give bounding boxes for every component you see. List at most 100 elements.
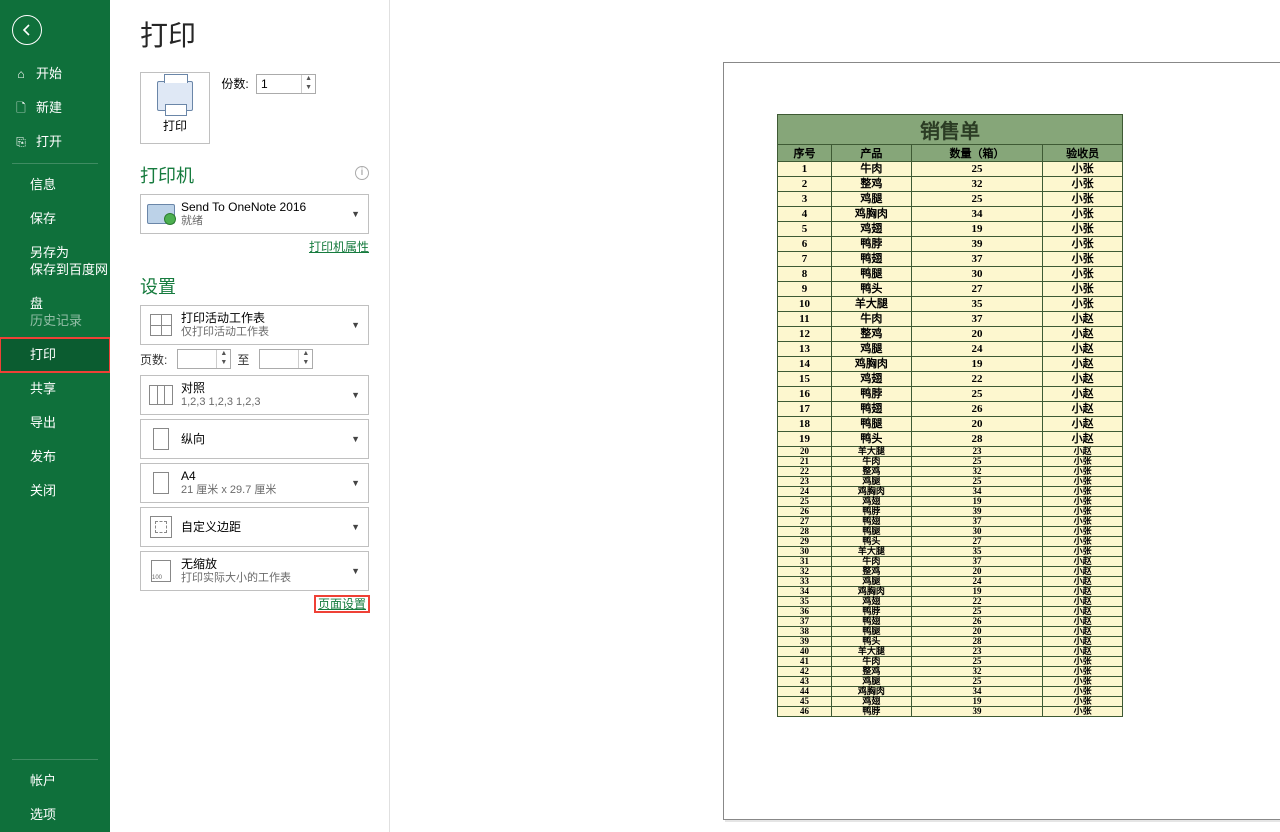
printer-status: 就绪: [181, 214, 349, 228]
nav-label: 打开: [36, 125, 62, 159]
table-row: 8鸭腿30小张: [778, 267, 1123, 282]
chevron-down-icon: ▼: [349, 320, 362, 330]
table-row: 15鸡翅22小赵: [778, 372, 1123, 387]
table-row: 37鸭翅26小赵: [778, 617, 1123, 627]
copies-down[interactable]: ▼: [302, 84, 315, 93]
sidebar-item-关闭[interactable]: 关闭: [0, 474, 110, 508]
print-preview-area: 销售单序号产品数量（箱）验收员1牛肉25小张2整鸡32小张3鸡腿25小张4鸡胸肉…: [390, 0, 1280, 832]
sidebar-item-开始[interactable]: ⌂开始: [0, 57, 110, 91]
table-row: 45鸡翅19小张: [778, 697, 1123, 707]
table-row: 39鸭头28小赵: [778, 637, 1123, 647]
table-row: 21牛肉25小张: [778, 457, 1123, 467]
sidebar-item-打印[interactable]: 打印: [0, 338, 110, 372]
print-settings-panel: 打印 打印 份数: ▲▼ 打印机 i Send To OneNote 2016 …: [110, 0, 390, 832]
sidebar-item-帐户[interactable]: 帐户: [0, 764, 110, 798]
table-row: 10羊大腿35小张: [778, 297, 1123, 312]
table-row: 43鸡腿25小张: [778, 677, 1123, 687]
setting-paper-size[interactable]: A4 21 厘米 x 29.7 厘米 ▼: [140, 463, 369, 503]
sales-col-header: 验收员: [1043, 145, 1123, 162]
table-row: 28鸭腿30小张: [778, 527, 1123, 537]
copies-spinner[interactable]: ▲▼: [256, 74, 316, 94]
table-row: 44鸡胸肉34小张: [778, 687, 1123, 697]
margins-icon: [150, 516, 172, 538]
nav-icon: ⌂: [14, 57, 28, 91]
table-row: 30羊大腿35小张: [778, 547, 1123, 557]
printer-properties-link[interactable]: 打印机属性: [309, 240, 369, 254]
table-row: 35鸡翅22小赵: [778, 597, 1123, 607]
page-to-input[interactable]: [260, 350, 298, 368]
table-row: 13鸡腿24小赵: [778, 342, 1123, 357]
chevron-down-icon: ▼: [349, 390, 362, 400]
chevron-down-icon: ▼: [349, 209, 362, 219]
printer-select[interactable]: Send To OneNote 2016 就绪 ▼: [140, 194, 369, 234]
table-row: 20羊大腿23小赵: [778, 447, 1123, 457]
nav-label: 开始: [36, 57, 62, 91]
sidebar-item-保存[interactable]: 保存: [0, 202, 110, 236]
page-setup-link[interactable]: 页面设置: [315, 596, 369, 612]
table-row: 24鸡胸肉34小张: [778, 487, 1123, 497]
setting-scaling[interactable]: 无缩放 打印实际大小的工作表 ▼: [140, 551, 369, 591]
sidebar-item-导出[interactable]: 导出: [0, 406, 110, 440]
pages-label: 页数:: [140, 351, 167, 368]
sidebar-item-发布[interactable]: 发布: [0, 440, 110, 474]
table-row: 41牛肉25小张: [778, 657, 1123, 667]
table-row: 9鸭头27小张: [778, 282, 1123, 297]
sidebar-item-共享[interactable]: 共享: [0, 372, 110, 406]
print-button-label: 打印: [141, 117, 209, 134]
table-row: 14鸡胸肉19小赵: [778, 357, 1123, 372]
table-row: 36鸭脖25小赵: [778, 607, 1123, 617]
table-row: 17鸭翅26小赵: [778, 402, 1123, 417]
table-row: 34鸡胸肉19小赵: [778, 587, 1123, 597]
sales-table: 销售单序号产品数量（箱）验收员1牛肉25小张2整鸡32小张3鸡腿25小张4鸡胸肉…: [777, 114, 1123, 717]
copies-input[interactable]: [257, 75, 301, 93]
page-title: 打印: [140, 14, 369, 54]
sheets-icon: [150, 314, 172, 336]
table-row: 1牛肉25小张: [778, 162, 1123, 177]
collate-icon: [149, 385, 173, 405]
sales-title: 销售单: [778, 115, 1123, 145]
sales-col-header: 产品: [831, 145, 911, 162]
print-button[interactable]: 打印: [140, 72, 210, 144]
table-row: 33鸡腿24小赵: [778, 577, 1123, 587]
table-row: 40羊大腿23小赵: [778, 647, 1123, 657]
printer-status-icon: [147, 204, 175, 224]
table-row: 31牛肉37小赵: [778, 557, 1123, 567]
table-row: 46鸭脖39小张: [778, 707, 1123, 717]
setting-collate[interactable]: 对照 1,2,3 1,2,3 1,2,3 ▼: [140, 375, 369, 415]
sidebar-item-选项[interactable]: 选项: [0, 798, 110, 832]
page-from-input[interactable]: [178, 350, 216, 368]
pages-to-label: 至: [237, 351, 249, 368]
settings-section-header: 设置: [140, 273, 369, 299]
info-icon[interactable]: i: [355, 166, 369, 180]
scale-icon: [151, 560, 171, 582]
sidebar-item-打开[interactable]: ⎘打开: [0, 125, 110, 159]
table-row: 22整鸡32小张: [778, 467, 1123, 477]
page-to-spinner[interactable]: ▲▼: [259, 349, 313, 369]
table-row: 25鸡翅19小张: [778, 497, 1123, 507]
table-row: 26鸭脖39小张: [778, 507, 1123, 517]
printer-icon: [157, 81, 193, 111]
setting-orientation[interactable]: 纵向 ▼: [140, 419, 369, 459]
sidebar-item-新建[interactable]: 🗋新建: [0, 91, 110, 125]
nav-icon: ⎘: [14, 125, 28, 159]
setting-print-what[interactable]: 打印活动工作表 仅打印活动工作表 ▼: [140, 305, 369, 345]
sidebar-item-信息[interactable]: 信息: [0, 168, 110, 202]
sales-col-header: 数量（箱）: [911, 145, 1042, 162]
table-row: 6鸭脖39小张: [778, 237, 1123, 252]
table-row: 3鸡腿25小张: [778, 192, 1123, 207]
page-from-spinner[interactable]: ▲▼: [177, 349, 231, 369]
chevron-down-icon: ▼: [349, 566, 362, 576]
table-row: 38鸭腿20小赵: [778, 627, 1123, 637]
table-row: 2整鸡32小张: [778, 177, 1123, 192]
table-row: 12整鸡20小赵: [778, 327, 1123, 342]
sidebar-item-保存到百度网盘[interactable]: 保存到百度网盘: [0, 270, 110, 304]
copies-up[interactable]: ▲: [302, 75, 315, 84]
table-row: 19鸭头28小赵: [778, 432, 1123, 447]
nav-label: 新建: [36, 91, 62, 125]
chevron-down-icon: ▼: [349, 522, 362, 532]
back-button[interactable]: [12, 15, 42, 45]
table-row: 18鸭腿20小赵: [778, 417, 1123, 432]
setting-margins[interactable]: 自定义边距 ▼: [140, 507, 369, 547]
table-row: 23鸡腿25小张: [778, 477, 1123, 487]
table-row: 16鸭脖25小赵: [778, 387, 1123, 402]
